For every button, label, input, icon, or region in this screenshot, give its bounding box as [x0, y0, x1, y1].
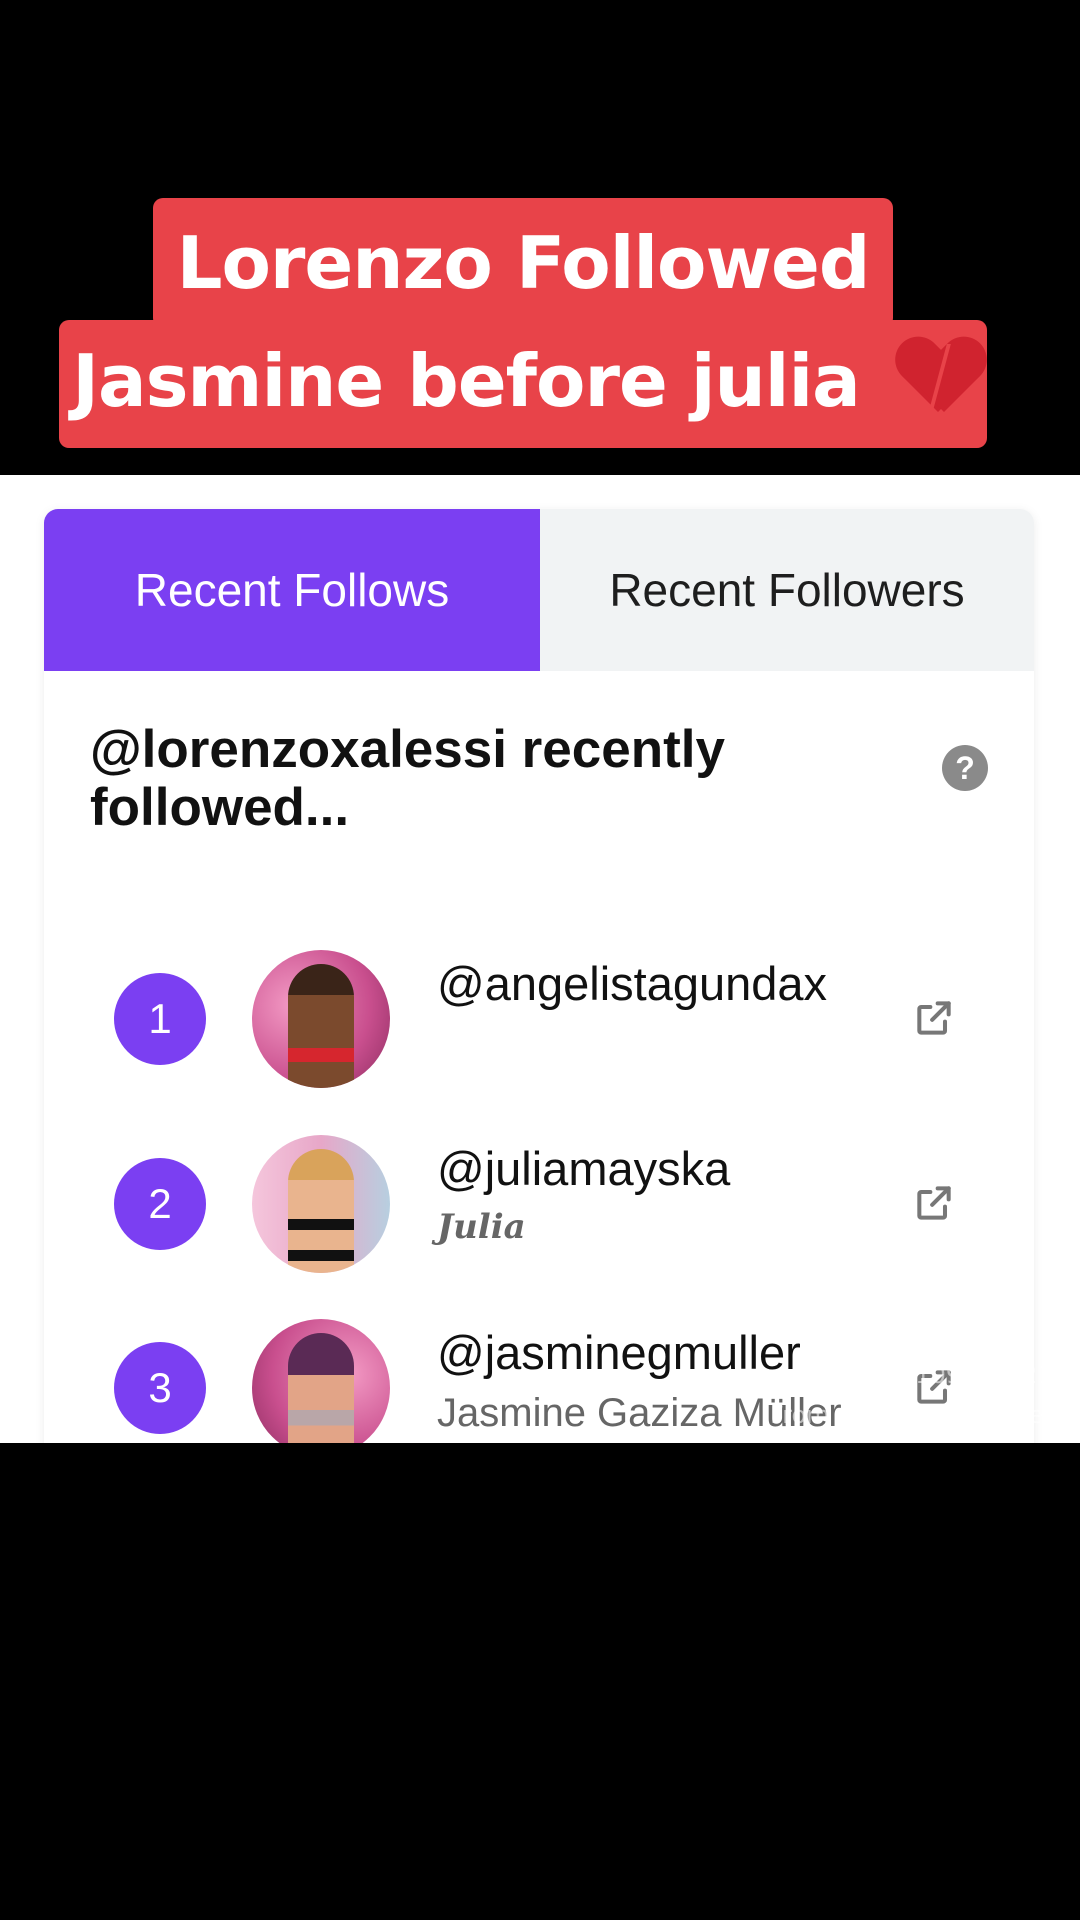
list-item-handle[interactable]: @jasminegmuller	[437, 1325, 801, 1380]
tab-recent-followers[interactable]: Recent Followers	[540, 509, 1034, 671]
tab-recent-follows[interactable]: Recent Follows	[44, 509, 540, 671]
list-item-name: Julia	[437, 1207, 526, 1247]
list-item[interactable]: 2 @juliamayska Julia	[44, 1129, 1034, 1279]
caption-text-2: Jasmine before julia	[72, 339, 861, 423]
watermark-brand: TikTok	[860, 1401, 947, 1429]
watermark-prefix: From	[770, 1401, 830, 1429]
tiktok-watermark: @user7521096285211 From ♪ TikTok comment	[748, 1355, 1068, 1435]
list-item-handle[interactable]: @juliamayska	[437, 1141, 730, 1196]
tiktok-logo-icon: ♪	[837, 1401, 853, 1429]
caption-line-1: Lorenzo Followed	[153, 198, 893, 328]
watermark-source: From ♪ TikTok comment	[748, 1395, 1068, 1435]
rank-badge: 1	[114, 973, 206, 1065]
list-item[interactable]: 1 @angelistagundax	[44, 944, 1034, 1094]
caption-text-1: Lorenzo Followed	[176, 221, 871, 305]
external-link-icon[interactable]	[912, 1181, 956, 1225]
caption-line-2: Jasmine before julia	[59, 320, 987, 448]
watermark-suffix: comment	[953, 1401, 1068, 1429]
external-link-icon[interactable]	[912, 996, 956, 1040]
broken-heart-icon	[898, 338, 984, 412]
rank-badge: 2	[114, 1158, 206, 1250]
list-item-handle[interactable]: @angelistagundax	[437, 956, 827, 1011]
card-heading: @lorenzoxalessi recently followed...	[90, 720, 725, 837]
tab-bar: Recent Follows Recent Followers	[44, 509, 1034, 671]
help-icon[interactable]: ?	[942, 745, 988, 791]
screenshot-panel: Recent Follows Recent Followers @lorenzo…	[0, 475, 1080, 1443]
watermark-user: @user7521096285211	[793, 1361, 1068, 1389]
avatar	[252, 950, 390, 1088]
avatar	[252, 1135, 390, 1273]
avatar	[252, 1319, 390, 1443]
follows-card: Recent Follows Recent Followers @lorenzo…	[44, 509, 1034, 1443]
rank-badge: 3	[114, 1342, 206, 1434]
